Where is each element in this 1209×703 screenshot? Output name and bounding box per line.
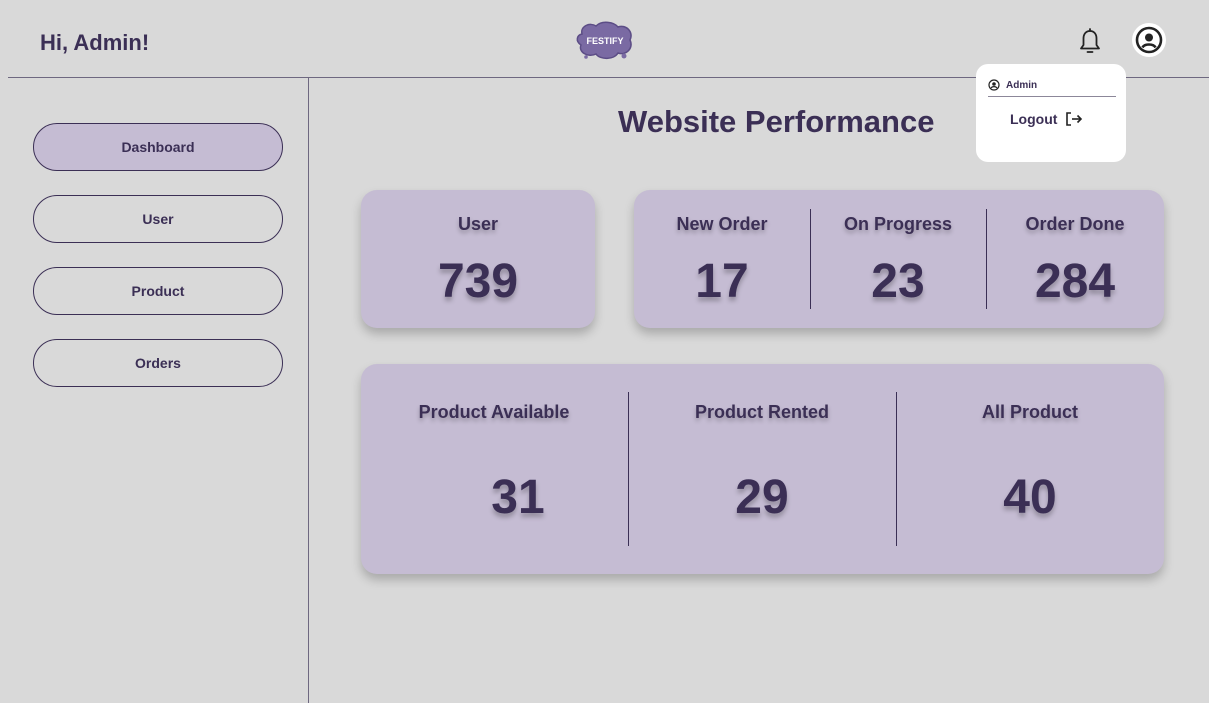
dropdown-username: Admin	[1006, 79, 1038, 91]
sidebar-item-label: Dashboard	[121, 139, 195, 155]
new-order-value: 17	[695, 255, 749, 308]
sidebar-divider	[308, 78, 309, 703]
order-done-label: Order Done	[1025, 214, 1125, 234]
order-done-value: 284	[1034, 255, 1116, 308]
product-stat-card: Product Available 31 Product Rented 29 A…	[361, 364, 1164, 574]
orders-stat-card: New Order 17 On Progress 23 Order Done 2…	[634, 190, 1164, 328]
bell-icon[interactable]	[1078, 28, 1102, 56]
all-product-label: All Product	[981, 402, 1078, 422]
logout-button[interactable]: Logout	[1010, 111, 1083, 127]
sidebar-item-label: Product	[131, 283, 185, 299]
sidebar-item-orders[interactable]: Orders	[33, 339, 283, 387]
product-rented-label: Product Rented	[694, 402, 829, 422]
new-order-label: New Order	[676, 214, 768, 234]
user-circle-small-icon	[988, 79, 1000, 91]
profile-dropdown: Admin Logout	[976, 64, 1126, 162]
logout-label: Logout	[1010, 111, 1058, 127]
user-stat-card: User 739	[361, 190, 595, 328]
dropdown-user-row: Admin	[988, 74, 1116, 97]
greeting-text: Hi, Admin!	[40, 30, 150, 55]
sidebar-item-product[interactable]: Product	[33, 267, 283, 315]
on-progress-label: On Progress	[843, 214, 953, 234]
festify-logo[interactable]: FESTIFY	[574, 20, 636, 62]
user-circle-icon[interactable]	[1132, 23, 1166, 57]
product-rented-value: 29	[735, 471, 789, 524]
user-stat-label: User	[457, 214, 499, 234]
page-title: Website Performance	[618, 104, 935, 139]
sidebar-item-label: Orders	[135, 355, 181, 371]
user-stat-value: 739	[437, 255, 519, 308]
product-available-label: Product Available	[418, 402, 570, 422]
sidebar-item-dashboard[interactable]: Dashboard	[33, 123, 283, 171]
on-progress-value: 23	[871, 255, 925, 308]
all-product-value: 40	[1003, 471, 1057, 524]
sidebar-item-label: User	[142, 211, 174, 227]
sidebar-item-user[interactable]: User	[33, 195, 283, 243]
logout-icon	[1066, 112, 1083, 126]
logo-text: FESTIFY	[586, 36, 623, 46]
